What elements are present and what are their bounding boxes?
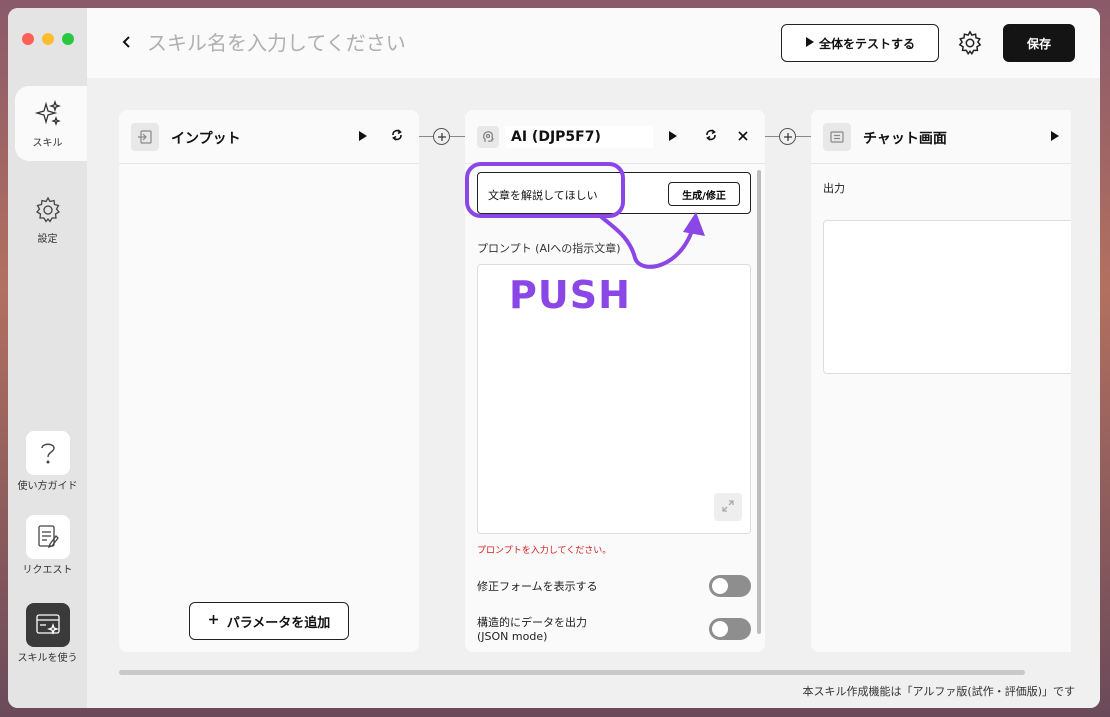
skill-name-input[interactable]	[147, 30, 547, 56]
ai-head-icon	[477, 126, 499, 148]
sidebar-item-label: リクエスト	[22, 565, 73, 576]
prompt-error-text: プロンプトを入力してください。	[477, 546, 612, 556]
play-icon	[358, 127, 368, 146]
sidebar-item-use-skill[interactable]: スキルを使う	[8, 603, 87, 664]
add-parameter-label: パラメータを追加	[226, 615, 331, 631]
json-mode-label-line2: (JSON mode)	[477, 630, 548, 643]
sidebar-item-request[interactable]: リクエスト	[8, 515, 87, 576]
alpha-notice: 本スキル作成機能は「アルファ版(試作・評価版)」です	[802, 685, 1075, 698]
expand-button[interactable]	[714, 493, 742, 521]
fix-form-toggle[interactable]	[709, 575, 751, 597]
back-button[interactable]	[117, 32, 137, 54]
test-all-label: 全体をテストする	[818, 36, 915, 51]
run-button[interactable]	[355, 128, 371, 144]
sparkle-icon	[34, 99, 62, 132]
refresh-button[interactable]	[703, 128, 719, 144]
gear-icon	[34, 196, 62, 228]
chevron-left-icon	[121, 34, 133, 53]
refresh-icon	[390, 127, 404, 146]
output-area	[823, 220, 1071, 374]
sidebar-item-settings[interactable]: 設定	[8, 196, 87, 245]
test-all-button[interactable]: 全体をテストする	[781, 24, 939, 62]
add-node-button[interactable]	[433, 128, 450, 145]
output-label: 出力	[823, 182, 845, 195]
json-mode-toggle[interactable]	[709, 618, 751, 640]
annotation-arrow-curve	[598, 214, 697, 269]
highlight-outline	[465, 162, 625, 218]
push-annotation-label: PUSH	[509, 273, 631, 317]
header-settings-button[interactable]	[957, 30, 983, 56]
zoom-window-button[interactable]	[62, 33, 74, 45]
header-bar: 全体をテストする 保存	[87, 8, 1100, 78]
run-button[interactable]	[1047, 128, 1063, 144]
refresh-button[interactable]	[389, 128, 405, 144]
gear-icon	[957, 30, 983, 60]
panel-title: チャット画面	[863, 131, 947, 147]
panel-header: チャット画面	[811, 110, 1071, 164]
add-node-button[interactable]	[779, 128, 796, 145]
sidebar-item-skill[interactable]: スキル	[8, 99, 87, 149]
run-button[interactable]	[665, 128, 681, 144]
sidebar-item-label: 使い方ガイド	[17, 481, 78, 492]
json-mode-label-line1: 構造的にデータを出力	[477, 616, 587, 629]
sidebar-item-label: 設定	[37, 234, 58, 245]
panel-header: AI (DJP5F7)	[465, 110, 765, 164]
play-icon	[805, 36, 815, 51]
ai-node-name-field[interactable]: AI (DJP5F7)	[505, 126, 653, 148]
skill-use-icon	[25, 603, 70, 647]
expand-icon	[721, 498, 735, 517]
sidebar-item-guide[interactable]: 使い方ガイド	[8, 431, 87, 492]
sidebar: スキル 設定 使い方ガイド リクエスト スキルを使う	[8, 8, 87, 708]
panel-title: インプット	[171, 131, 241, 147]
sidebar-item-label: スキル	[32, 138, 63, 149]
plus-icon	[437, 127, 447, 146]
plus-icon	[208, 614, 219, 629]
close-icon	[737, 127, 749, 146]
input-icon	[131, 123, 159, 151]
fix-form-toggle-label: 修正フォームを表示する	[477, 580, 598, 593]
chat-icon	[823, 123, 851, 151]
panel-header: インプット	[119, 110, 419, 164]
minimize-window-button[interactable]	[42, 33, 54, 45]
close-window-button[interactable]	[22, 33, 34, 45]
app-window: スキル 設定 使い方ガイド リクエスト スキルを使う スキル名を入力してください…	[8, 8, 1100, 708]
sidebar-item-label: スキルを使う	[17, 653, 78, 664]
chat-panel: チャット画面 出力	[811, 110, 1071, 652]
question-icon	[25, 431, 70, 475]
panel-scrollbar[interactable]	[757, 170, 761, 634]
play-icon	[668, 127, 678, 146]
horizontal-scrollbar[interactable]	[119, 670, 1025, 675]
json-mode-toggle-label: 構造的にデータを出力 (JSON mode)	[477, 616, 587, 644]
plus-icon	[783, 127, 793, 146]
annotation-arrowhead	[683, 212, 705, 236]
add-parameter-button[interactable]: パラメータを追加	[189, 602, 349, 640]
save-button[interactable]: 保存	[1003, 24, 1075, 62]
play-icon	[1050, 127, 1060, 146]
close-node-button[interactable]	[735, 128, 751, 144]
note-edit-icon	[25, 515, 70, 559]
input-panel: インプット パラメータを追加	[119, 110, 419, 652]
refresh-icon	[704, 127, 718, 146]
